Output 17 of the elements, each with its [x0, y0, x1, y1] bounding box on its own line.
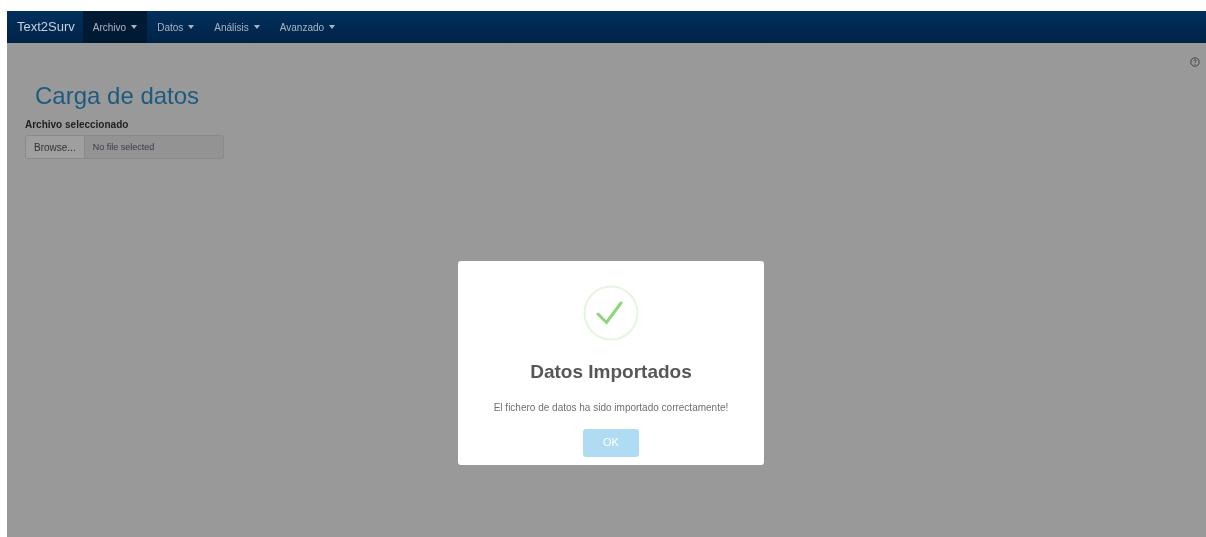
file-field[interactable]: No file selected — [84, 135, 224, 159]
brand-link[interactable]: Text2Surv — [9, 11, 83, 43]
dialog-message: El fichero de datos ha sido importado correctamente! — [493, 400, 729, 415]
menu-tab[interactable]: Avanzado — [269, 11, 346, 43]
caret-icon — [329, 25, 336, 29]
caret-icon — [188, 25, 195, 29]
menu-tab[interactable]: Análisis — [204, 11, 270, 43]
caret-icon — [131, 25, 138, 29]
browse-button[interactable]: Browse... — [25, 135, 85, 159]
help-icon[interactable] — [1190, 57, 1200, 67]
page-title: Carga de datos — [34, 81, 200, 111]
dialog-title: Datos Importados — [530, 360, 692, 384]
menu-tab[interactable]: Archivo — [82, 11, 148, 43]
field-label: Archivo seleccionado — [25, 118, 129, 132]
menu-tab[interactable]: Datos — [147, 11, 205, 43]
caret-icon — [253, 25, 260, 29]
check-icon — [583, 285, 639, 341]
